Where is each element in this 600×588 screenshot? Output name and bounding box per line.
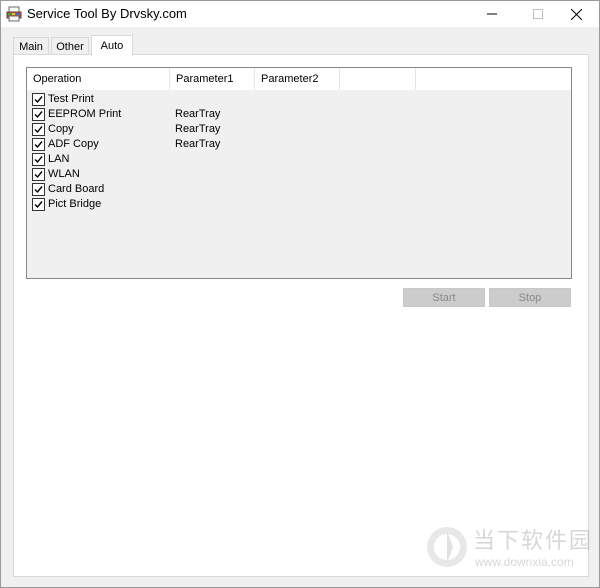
parameter1-value: RearTray bbox=[175, 123, 221, 135]
maximize-icon bbox=[533, 9, 543, 19]
checkmark-icon bbox=[34, 156, 43, 164]
watermark-url: www.downxia.com bbox=[475, 555, 574, 569]
tab-main[interactable]: Main bbox=[13, 37, 49, 55]
checkmark-icon bbox=[34, 141, 43, 149]
downxia-logo-icon bbox=[427, 527, 467, 567]
list-item[interactable]: Card Board bbox=[27, 182, 571, 197]
checkmark-icon bbox=[34, 126, 43, 134]
list-item[interactable]: Pict Bridge bbox=[27, 197, 571, 212]
checkmark-icon bbox=[34, 186, 43, 194]
minimize-button[interactable] bbox=[469, 1, 515, 27]
list-item[interactable]: WLAN bbox=[27, 167, 571, 182]
close-icon bbox=[570, 8, 582, 20]
parameter1-value: RearTray bbox=[175, 108, 221, 120]
column-header-blank-2[interactable] bbox=[416, 68, 571, 90]
list-header: Operation Parameter1 Parameter2 bbox=[27, 68, 571, 90]
minimize-icon bbox=[487, 13, 497, 15]
row-checkbox[interactable] bbox=[32, 153, 45, 166]
close-button[interactable] bbox=[553, 1, 599, 27]
tab-auto[interactable]: Auto bbox=[91, 35, 133, 56]
operation-label: WLAN bbox=[48, 168, 80, 180]
column-header-parameter1[interactable]: Parameter1 bbox=[170, 68, 255, 90]
operation-list[interactable]: Operation Parameter1 Parameter2 Test Pri… bbox=[26, 67, 572, 279]
row-checkbox[interactable] bbox=[32, 168, 45, 181]
auto-tab-panel: Operation Parameter1 Parameter2 Test Pri… bbox=[13, 54, 589, 577]
stop-button[interactable]: Stop bbox=[489, 288, 571, 307]
window-title: Service Tool By Drvsky.com bbox=[27, 6, 187, 21]
checkmark-icon bbox=[34, 96, 43, 104]
watermark: 当下软件园 www.downxia.com bbox=[425, 521, 591, 577]
list-item[interactable]: EEPROM Print RearTray bbox=[27, 107, 571, 122]
row-checkbox[interactable] bbox=[32, 123, 45, 136]
app-window: Service Tool By Drvsky.com Main Other Au… bbox=[0, 0, 600, 588]
operation-label: Pict Bridge bbox=[48, 198, 102, 210]
parameter1-value: RearTray bbox=[175, 138, 221, 150]
row-checkbox[interactable] bbox=[32, 138, 45, 151]
row-checkbox[interactable] bbox=[32, 198, 45, 211]
title-bar[interactable]: Service Tool By Drvsky.com bbox=[1, 1, 599, 27]
operation-label: Card Board bbox=[48, 183, 105, 195]
start-button[interactable]: Start bbox=[403, 288, 485, 307]
checkmark-icon bbox=[34, 111, 43, 119]
list-item[interactable]: Copy RearTray bbox=[27, 122, 571, 137]
watermark-text: 当下软件园 bbox=[473, 529, 594, 554]
operation-label: Test Print bbox=[48, 93, 94, 105]
row-checkbox[interactable] bbox=[32, 93, 45, 106]
operation-label: EEPROM Print bbox=[48, 108, 122, 120]
list-item[interactable]: ADF Copy RearTray bbox=[27, 137, 571, 152]
column-header-parameter2[interactable]: Parameter2 bbox=[255, 68, 340, 90]
checkmark-icon bbox=[34, 171, 43, 179]
printer-app-icon bbox=[6, 6, 22, 22]
column-header-blank-1[interactable] bbox=[340, 68, 416, 90]
checkmark-icon bbox=[34, 201, 43, 209]
row-checkbox[interactable] bbox=[32, 183, 45, 196]
operation-label: ADF Copy bbox=[48, 138, 99, 150]
operation-label: Copy bbox=[48, 123, 74, 135]
list-item[interactable]: Test Print bbox=[27, 92, 571, 107]
operation-label: LAN bbox=[48, 153, 70, 165]
row-checkbox[interactable] bbox=[32, 108, 45, 121]
tab-other[interactable]: Other bbox=[51, 37, 89, 55]
list-body: Test Print EEPROM Print RearTray Copy Re… bbox=[27, 92, 571, 212]
list-item[interactable]: LAN bbox=[27, 152, 571, 167]
column-header-operation[interactable]: Operation bbox=[27, 68, 170, 90]
